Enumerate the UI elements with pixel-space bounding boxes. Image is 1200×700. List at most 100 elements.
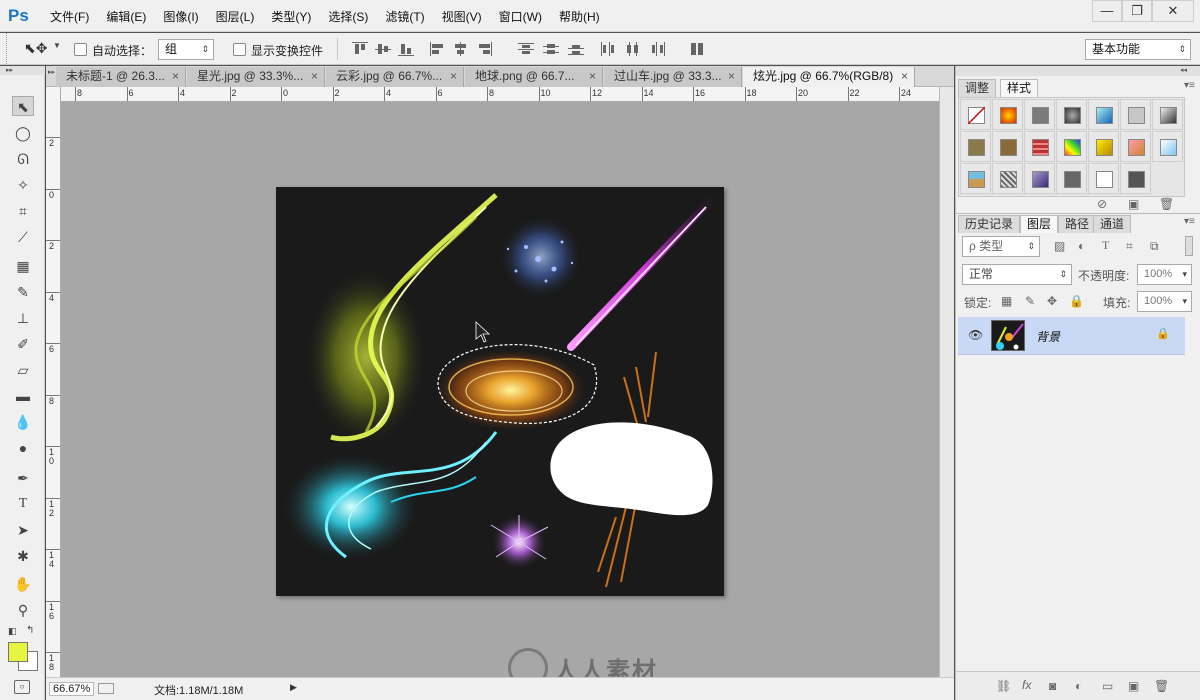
menu-edit[interactable]: 编辑(E) — [106, 8, 146, 25]
type-tool-icon[interactable]: T — [12, 494, 34, 514]
lock-position-icon[interactable]: ✥ — [1047, 294, 1057, 308]
lasso-tool-icon[interactable]: ᘏ — [12, 149, 34, 169]
menu-view[interactable]: 视图(V) — [442, 8, 482, 25]
history-brush-tool-icon[interactable]: ✐ — [12, 334, 34, 354]
auto-select-dropdown[interactable]: 组 ⇕ — [158, 39, 214, 60]
magic-wand-tool-icon[interactable]: ✧ — [12, 175, 34, 195]
crop-tool-icon[interactable]: ⌗ — [12, 201, 34, 221]
lock-all-icon[interactable]: 🔒 — [1069, 294, 1084, 308]
close-button[interactable]: ✕ — [1152, 0, 1194, 22]
status-menu-arrow[interactable]: ▶ — [290, 682, 297, 693]
menu-filter[interactable]: 滤镜(T) — [385, 8, 424, 25]
menu-type[interactable]: 类型(Y) — [271, 8, 311, 25]
align-bottom-icon[interactable] — [398, 42, 414, 56]
close-icon[interactable]: × — [450, 67, 457, 86]
opacity-field[interactable]: 100% ▾ — [1137, 264, 1192, 285]
tab-adjustments[interactable]: 调整 — [958, 79, 997, 97]
tab-styles[interactable]: 样式 — [1000, 79, 1039, 97]
tab-clouds[interactable]: 云彩.jpg @ 66.7%... × — [326, 67, 464, 87]
eyedropper-tool-icon[interactable]: ⟋ — [12, 227, 34, 247]
path-selection-tool-icon[interactable]: ➤ — [12, 520, 34, 540]
collapse-icon[interactable]: ▸▸ — [48, 68, 55, 76]
menu-select[interactable]: 选择(S) — [328, 8, 368, 25]
zoom-field[interactable]: 66.67% — [49, 682, 95, 696]
new-layer-icon[interactable]: ▣ — [1128, 679, 1139, 693]
tab-paths[interactable]: 路径 — [1058, 215, 1097, 233]
close-icon[interactable]: × — [589, 67, 596, 86]
close-icon[interactable]: × — [901, 67, 908, 86]
marquee-tool-icon[interactable]: ◯ — [12, 123, 34, 143]
style-charcoal[interactable] — [1120, 163, 1151, 194]
zoom-tool-icon[interactable]: ⚲ — [12, 600, 34, 620]
style-orange[interactable] — [992, 99, 1023, 130]
menu-layer[interactable]: 图层(L) — [216, 8, 255, 25]
panel-menu-icon[interactable]: ▾≡ — [1184, 216, 1195, 227]
filter-toggle[interactable] — [1185, 236, 1193, 256]
align-left-icon[interactable] — [430, 42, 446, 56]
eye-icon[interactable]: 👁 — [968, 328, 983, 342]
tab-layers[interactable]: 图层 — [1020, 215, 1059, 233]
link-layers-icon[interactable]: ⛓ — [996, 679, 1011, 693]
clear-style-icon[interactable]: ⊘ — [1097, 197, 1107, 211]
tab-glare[interactable]: 炫光.jpg @ 66.7%(RGB/8) × — [743, 67, 915, 87]
menu-file[interactable]: 文件(F) — [50, 8, 89, 25]
style-light-blue[interactable] — [1152, 131, 1183, 162]
style-light-gray[interactable] — [1120, 99, 1151, 130]
menu-image[interactable]: 图像(I) — [163, 8, 198, 25]
pen-tool-icon[interactable]: ✒ — [12, 468, 34, 488]
fx-icon[interactable]: fx — [1022, 678, 1031, 692]
auto-select-checkbox[interactable] — [74, 43, 87, 56]
trash-icon[interactable]: 🗑 — [1154, 679, 1169, 693]
filter-adjustment-icon[interactable]: ◐ — [1078, 239, 1085, 253]
align-right-icon[interactable] — [476, 42, 492, 56]
filter-shape-icon[interactable]: ⌗ — [1126, 239, 1133, 254]
style-landscape[interactable] — [960, 163, 991, 194]
tab-earth[interactable]: 地球.png @ 66.7... × — [465, 67, 603, 87]
show-transform-checkbox[interactable] — [233, 43, 246, 56]
blur-tool-icon[interactable]: 💧 — [12, 412, 34, 432]
custom-shape-tool-icon[interactable]: ✱ — [12, 546, 34, 566]
distribute-vcenter-icon[interactable] — [543, 42, 559, 56]
menu-help[interactable]: 帮助(H) — [559, 8, 600, 25]
healing-brush-tool-icon[interactable]: ▦ — [12, 256, 34, 276]
close-icon[interactable]: × — [728, 67, 735, 86]
style-blue[interactable] — [1088, 99, 1119, 130]
collapse-icon[interactable]: ◂◂ — [956, 66, 1200, 76]
align-vcenter-icon[interactable] — [375, 42, 391, 56]
distribute-top-icon[interactable] — [518, 42, 534, 56]
close-icon[interactable]: × — [172, 67, 179, 86]
layer-filter-dropdown[interactable]: ρ 类型 ⇕ — [962, 236, 1040, 257]
maximize-button[interactable]: ❐ — [1122, 0, 1152, 22]
tab-history[interactable]: 历史记录 — [958, 215, 1021, 233]
tab-starlight[interactable]: 星光.jpg @ 33.3%... × — [187, 67, 325, 87]
filter-type-icon[interactable]: T — [1102, 238, 1109, 253]
move-tool-icon[interactable]: ⬉ — [12, 96, 34, 116]
brush-tool-icon[interactable]: ✎ — [12, 282, 34, 302]
eraser-tool-icon[interactable]: ▱ — [12, 360, 34, 380]
new-style-icon[interactable]: ▣ — [1128, 197, 1139, 211]
lock-pixels-icon[interactable]: ✎ — [1025, 294, 1035, 308]
default-colors-icon[interactable]: ◧ — [8, 626, 17, 637]
style-olive[interactable] — [960, 131, 991, 162]
tab-untitled[interactable]: 未标题-1 @ 26.3... × — [56, 67, 186, 87]
style-colorful[interactable] — [1056, 131, 1087, 162]
quick-mask-icon[interactable]: ○ — [14, 680, 30, 694]
close-icon[interactable]: × — [311, 67, 318, 86]
distribute-right-icon[interactable] — [650, 42, 666, 56]
new-group-icon[interactable]: ▭ — [1102, 679, 1113, 693]
hand-tool-icon[interactable]: ✋ — [12, 574, 34, 594]
style-purple[interactable] — [1024, 163, 1055, 194]
style-gold[interactable] — [1088, 131, 1119, 162]
style-gray[interactable] — [1024, 99, 1055, 130]
style-red-stripe[interactable] — [1024, 131, 1055, 162]
swap-colors-icon[interactable]: ↰ — [26, 625, 34, 636]
document-canvas[interactable] — [276, 187, 724, 596]
style-bronze[interactable] — [992, 131, 1023, 162]
style-sunset[interactable] — [1120, 131, 1151, 162]
panel-menu-icon[interactable]: ▾≡ — [1184, 80, 1195, 91]
style-none[interactable] — [960, 99, 991, 130]
tab-channels[interactable]: 通道 — [1093, 215, 1132, 233]
filter-smart-object-icon[interactable]: ⧉ — [1150, 239, 1159, 254]
dodge-tool-icon[interactable]: ● — [12, 438, 34, 458]
gradient-tool-icon[interactable]: ▬ — [12, 386, 34, 406]
